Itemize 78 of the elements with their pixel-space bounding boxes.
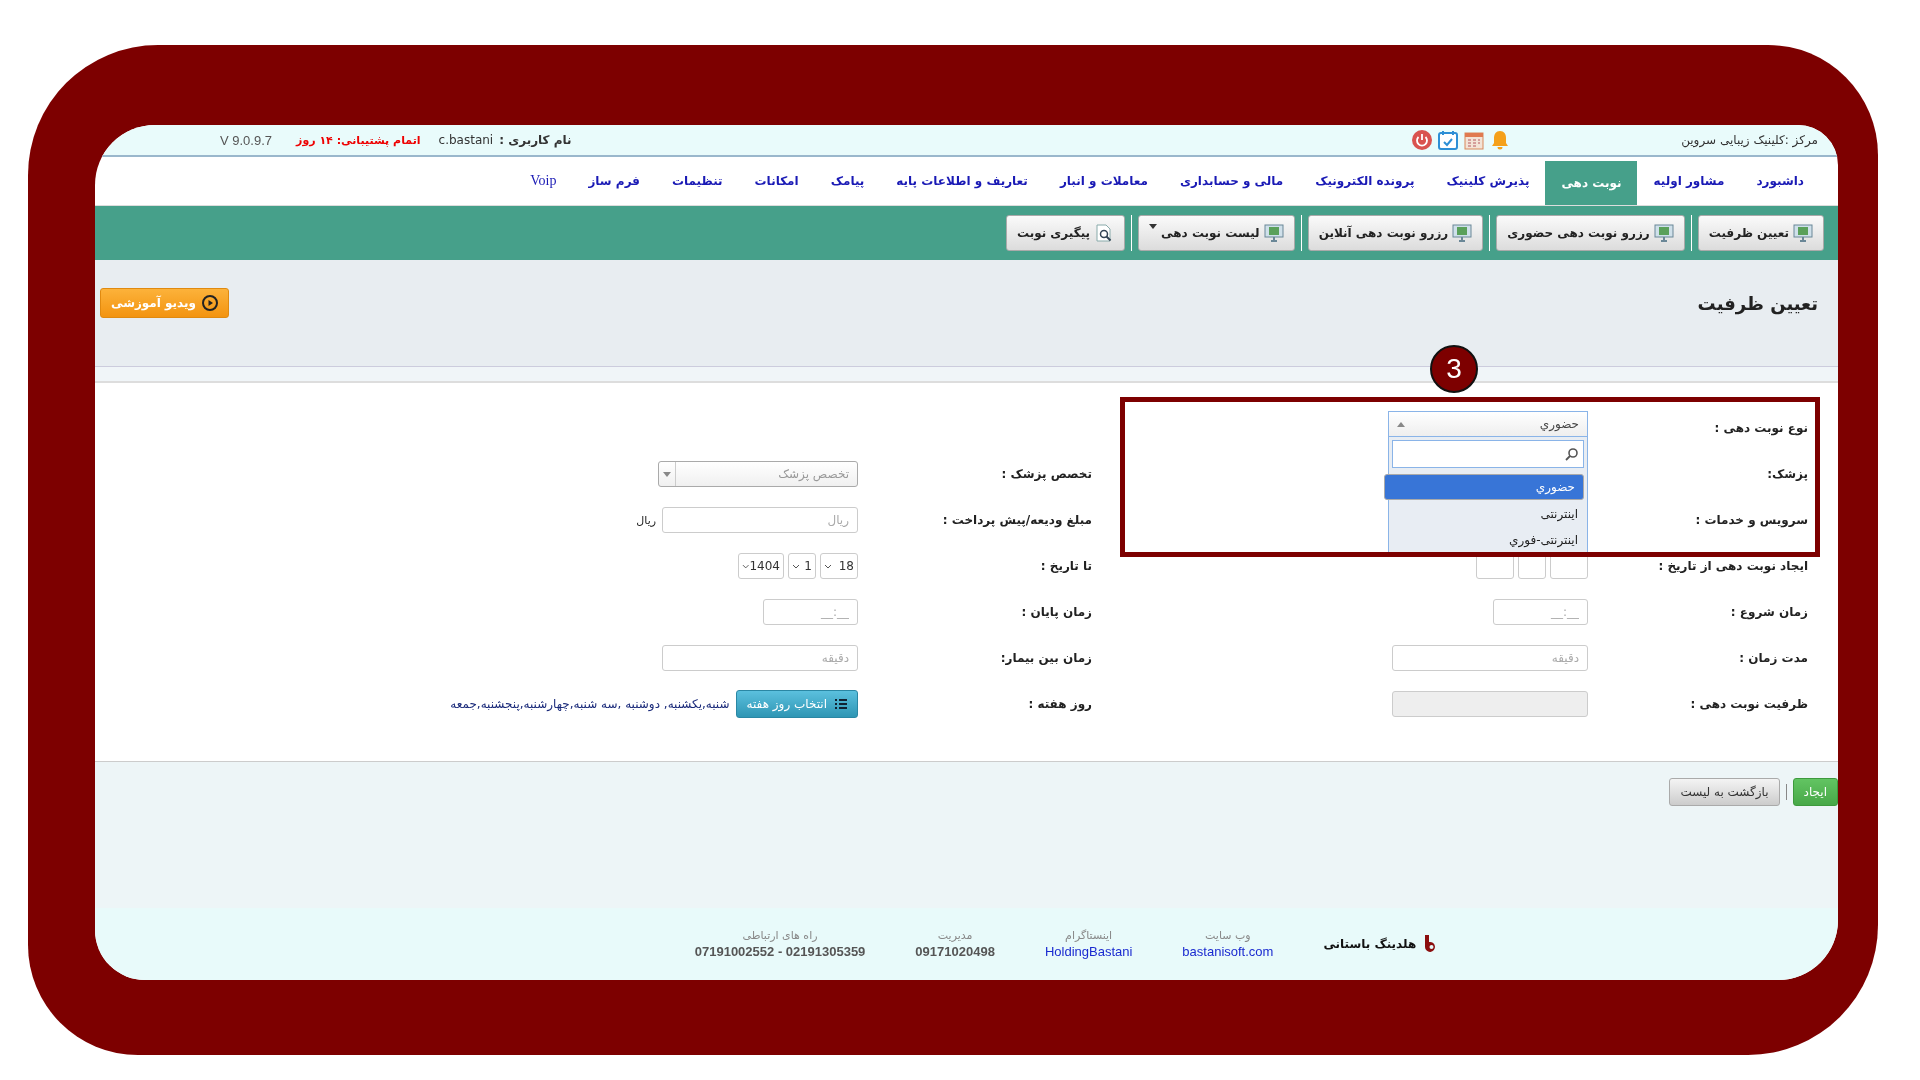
- weekdays-text: شنبه,یکشنبه, دوشنبه ,سه شنبه,چهارشنبه,پنجشنبه,جمعه: [450, 697, 730, 711]
- nav-tab[interactable]: داشبورد: [1740, 157, 1820, 205]
- field-label: پزشک:: [1766, 466, 1809, 483]
- date-select[interactable]: 1404: [738, 553, 784, 579]
- chevron-down-icon: [792, 563, 800, 569]
- nav-tab[interactable]: مالی و حسابداری: [1163, 157, 1300, 205]
- nav-tab[interactable]: مشاور اولیه: [1637, 157, 1741, 205]
- footer-title: اینستاگرام: [1065, 929, 1113, 942]
- time-input[interactable]: __:__: [1493, 599, 1588, 625]
- caret-icon: [1149, 224, 1158, 229]
- power-icon[interactable]: [1411, 129, 1434, 151]
- caret-down-icon: [663, 471, 671, 477]
- nav-tab[interactable]: تعاریف و اطلاعات پایه: [880, 157, 1044, 205]
- field-label: مدت زمان :: [1738, 650, 1809, 667]
- field-label: تخصص پزشک :: [1000, 466, 1093, 483]
- toolbar-button[interactable]: پیگیری نوبت: [1005, 215, 1126, 251]
- toolbar-button[interactable]: تعیین ظرفیت: [1697, 215, 1824, 251]
- nav-tab[interactable]: فرم ساز: [572, 157, 656, 205]
- step-number: 3: [1430, 345, 1478, 393]
- username: c.bastani: [438, 133, 494, 147]
- field-label: ایجاد نوبت دهی از تاریخ :: [1657, 558, 1809, 576]
- dropdown-option[interactable]: حضوري: [1384, 474, 1584, 500]
- list-icon: [835, 699, 847, 709]
- field-label: مبلغ ودیعه/پیش پرداخت :: [941, 512, 1093, 530]
- field-label: ظرفیت نوبت دهی :: [1689, 696, 1809, 714]
- toolbar-button[interactable]: رزرو نوبت دهی حضوری: [1496, 215, 1685, 251]
- footer-value: 07191002552 - 02191305359: [694, 944, 866, 959]
- page-title: تعیین ظرفیت: [1697, 292, 1818, 314]
- nav-tab[interactable]: تنظیمات: [655, 157, 739, 205]
- dropdown-option[interactable]: اینترنتی: [1392, 502, 1584, 526]
- field-label: سرویس و خدمات :: [1694, 512, 1809, 530]
- time-input[interactable]: __:__: [763, 599, 858, 625]
- monitor-icon: [1452, 224, 1473, 242]
- version-label: V 9.0.9.7: [220, 132, 273, 148]
- calendar-check-icon[interactable]: [1437, 129, 1460, 151]
- nav-tab[interactable]: پیامک: [814, 157, 881, 205]
- footer-title: مدیریت: [937, 929, 973, 942]
- toolbar-button[interactable]: رزرو نوبت دهی آنلاین: [1307, 215, 1484, 251]
- monitor-icon: [1263, 224, 1284, 242]
- field-label: زمان پایان :: [1020, 604, 1093, 621]
- caret-up-icon: [1397, 421, 1405, 427]
- field-label: نوع نوبت دهی :: [1713, 420, 1809, 438]
- currency-label: ریال: [636, 513, 656, 527]
- support-expiry: اتمام پشتیبانی: ۱۴ روز: [296, 133, 421, 147]
- chevron-down-icon: [824, 563, 832, 569]
- nav-tab[interactable]: پذیرش کلینیک: [1430, 157, 1546, 205]
- footer-link[interactable]: HoldingBastani: [1044, 944, 1133, 959]
- type-select[interactable]: حضوري: [1388, 411, 1588, 437]
- nav-tab[interactable]: Voip: [514, 157, 573, 205]
- field-label: زمان شروع :: [1729, 604, 1809, 622]
- nav-tab[interactable]: امکانات: [738, 157, 815, 205]
- field-label: زمان بین بیمار:: [999, 650, 1093, 667]
- field-label: تا تاریخ :: [1039, 558, 1093, 575]
- calendar-icon[interactable]: [1463, 129, 1486, 151]
- date-select[interactable]: 18: [820, 553, 858, 579]
- toolbar-button[interactable]: لیست نوبت دهی: [1138, 215, 1295, 251]
- footer-value: 09171020498: [915, 944, 995, 959]
- chevron-down-icon: [742, 563, 750, 569]
- minutes-input[interactable]: دقیقه: [1392, 645, 1588, 671]
- footer-link[interactable]: bastanisoft.com: [1182, 944, 1274, 959]
- footer-title: وب سایت: [1205, 929, 1251, 942]
- minutes-input[interactable]: دقیقه: [662, 645, 858, 671]
- clinic-name: مرکز :کلینیک زیبایی سروین: [1681, 133, 1818, 147]
- monitor-icon: [1653, 224, 1674, 242]
- play-icon: [202, 295, 219, 311]
- back-button[interactable]: بازگشت به لیست: [1669, 778, 1780, 806]
- username-label: نام کاربری :: [499, 133, 572, 147]
- monitor-icon: [1793, 224, 1813, 242]
- dropdown-search-field[interactable]: [1392, 440, 1584, 468]
- brand-name: هلدینگ باستانی: [1323, 937, 1417, 951]
- dropdown-option[interactable]: اینترنتی-فوري: [1392, 528, 1584, 552]
- field-label: روز هفته :: [1027, 696, 1093, 714]
- search-icon: [1565, 447, 1579, 461]
- date-select[interactable]: 1: [788, 553, 816, 579]
- nav-tab[interactable]: پرونده الکترونیک: [1299, 157, 1431, 205]
- deposit-input[interactable]: ریال: [662, 507, 858, 533]
- nav-tab[interactable]: معاملات و انبار: [1043, 157, 1164, 205]
- footer-title: راه های ارتباطی: [742, 929, 818, 942]
